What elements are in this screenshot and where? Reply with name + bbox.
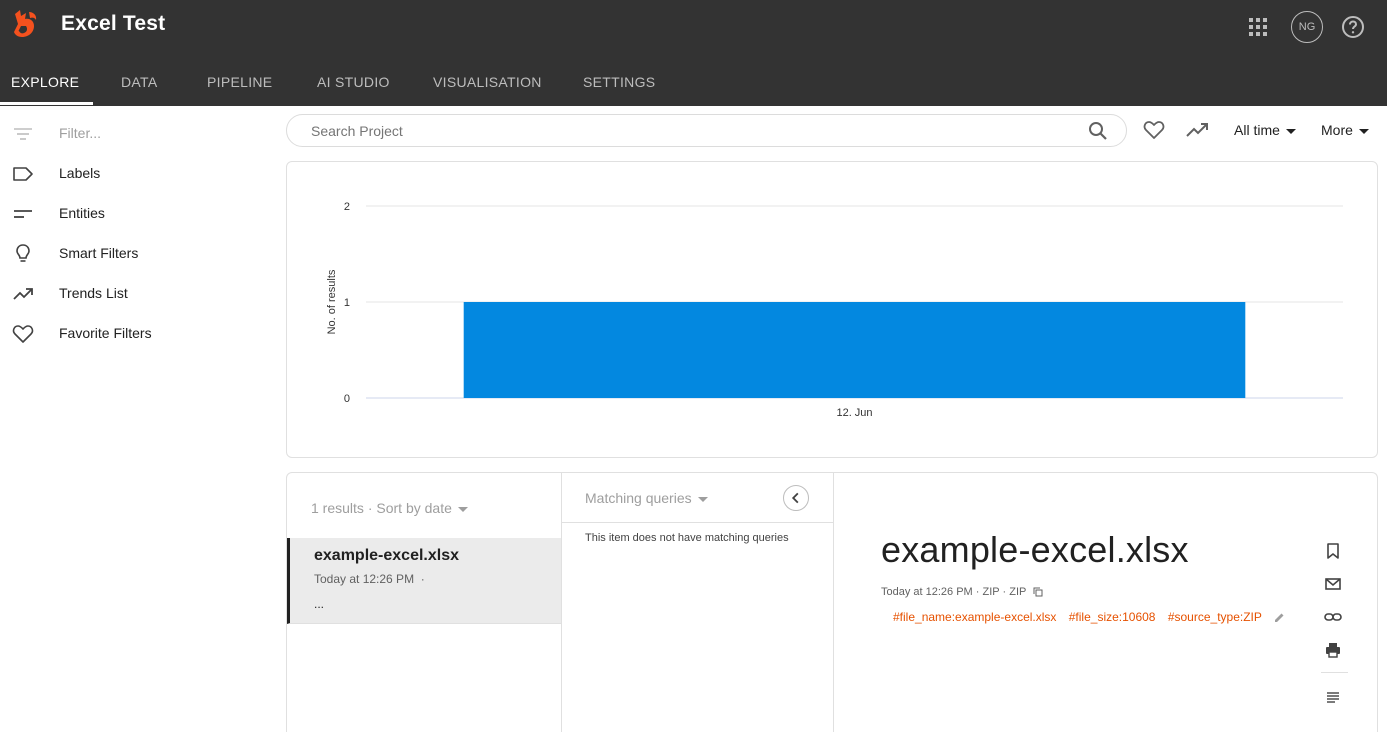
chart-bar (463, 302, 1246, 398)
sidebar-item-labels[interactable]: Labels (0, 154, 270, 194)
time-range-label: All time (1234, 122, 1280, 138)
document-meta: Today at 12:26 PM · ZIP · ZIP (881, 586, 1043, 598)
sidebar-item-label: Trends List (59, 285, 128, 301)
print-icon[interactable] (1324, 641, 1342, 659)
tag-chip[interactable]: #file_size:10608 (1069, 610, 1156, 624)
chevron-left-icon[interactable] (783, 485, 809, 511)
results-count: 1 results (311, 500, 364, 516)
document-type: ZIP (982, 586, 1000, 598)
sidebar-item-label: Entities (59, 205, 105, 221)
search-icon[interactable] (1088, 121, 1108, 141)
entities-icon (14, 210, 32, 218)
tag-chip[interactable]: #source_type:ZIP (1168, 610, 1262, 624)
document-source-type: ZIP (1009, 586, 1027, 598)
chevron-down-icon (457, 506, 468, 512)
more-dropdown[interactable]: More (1321, 122, 1369, 138)
tab-data[interactable]: DATA (121, 60, 157, 106)
results-chart-card: 0 1 2 No. of results 12. Jun (286, 161, 1378, 458)
divider (562, 522, 833, 523)
tag-chip[interactable]: #file_name:example-excel.xlsx (893, 610, 1056, 624)
column-divider (833, 473, 834, 732)
filter-list-icon (14, 128, 32, 140)
chevron-down-icon (1358, 128, 1369, 134)
search-input[interactable] (311, 121, 1071, 141)
tab-visualisation[interactable]: VISUALISATION (433, 60, 542, 106)
sidebar-item-label: Favorite Filters (59, 325, 152, 341)
chevron-down-icon (1285, 128, 1296, 134)
document-title: example-excel.xlsx (881, 529, 1189, 570)
matching-queries-label: Matching queries (585, 490, 692, 506)
copy-icon[interactable] (1033, 587, 1043, 597)
favorite-heart-icon[interactable] (1143, 120, 1165, 140)
chevron-down-icon (697, 496, 708, 502)
results-histogram-chart: 0 1 2 No. of results 12. Jun (326, 201, 1343, 419)
text-view-icon[interactable] (1324, 688, 1342, 706)
sort-dropdown[interactable]: Sort by date (376, 500, 468, 516)
sidebar-item-trends-list[interactable]: Trends List (0, 274, 270, 314)
y-axis-label: No. of results (326, 269, 338, 334)
x-tick-label: 12. Jun (836, 407, 872, 419)
separator-dot: · (414, 572, 425, 586)
active-tab-indicator (0, 102, 93, 105)
result-list-item[interactable]: example-excel.xlsx Today at 12:26 PM · .… (287, 538, 561, 624)
help-icon[interactable] (1341, 15, 1365, 39)
link-icon[interactable] (1324, 608, 1342, 626)
project-search-bar (286, 114, 1127, 147)
matching-queries-dropdown[interactable]: Matching queries (585, 490, 708, 506)
results-header: 1 results · Sort by date (311, 500, 468, 516)
tab-settings[interactable]: SETTINGS (583, 60, 655, 106)
edit-pencil-icon[interactable] (1274, 612, 1285, 623)
tab-explore[interactable]: EXPLORE (11, 60, 79, 106)
sidebar-filter-input[interactable]: Filter... (0, 114, 270, 154)
app-header: Excel Test NG EXPLORE DATA PIPELINE AI S… (0, 0, 1387, 106)
y-tick-label: 0 (344, 393, 350, 405)
tab-pipeline[interactable]: PIPELINE (207, 60, 272, 106)
trend-icon[interactable] (1186, 121, 1210, 139)
bookmark-icon[interactable] (1324, 542, 1342, 560)
more-label: More (1321, 122, 1353, 138)
sidebar-item-smart-filters[interactable]: Smart Filters (0, 234, 270, 274)
time-range-dropdown[interactable]: All time (1234, 122, 1296, 138)
separator-dot: · (975, 586, 983, 598)
sidebar-item-label: Labels (59, 165, 101, 181)
sort-label: Sort by date (376, 500, 452, 516)
user-avatar[interactable]: NG (1291, 11, 1323, 43)
tab-ai-studio[interactable]: AI STUDIO (317, 60, 390, 106)
sidebar-item-label: Smart Filters (59, 245, 139, 261)
sidebar-item-entities[interactable]: Entities (0, 194, 270, 234)
y-tick-label: 1 (344, 297, 350, 309)
result-date: Today at 12:26 PM · (314, 572, 425, 586)
divider (1321, 672, 1348, 673)
matching-queries-empty: This item does not have matching queries (585, 532, 789, 544)
email-icon[interactable] (1324, 575, 1342, 593)
app-title: Excel Test (61, 12, 166, 35)
y-tick-label: 2 (344, 201, 350, 213)
column-divider (561, 473, 562, 732)
lightbulb-icon (16, 244, 30, 262)
sidebar-item-favorite-filters[interactable]: Favorite Filters (0, 314, 270, 354)
document-date: Today at 12:26 PM (881, 586, 973, 598)
label-icon (13, 167, 33, 181)
result-snippet: ... (314, 597, 325, 611)
heart-icon (12, 325, 34, 343)
trending-up-icon (13, 288, 33, 300)
filter-placeholder: Filter... (59, 125, 102, 141)
result-title: example-excel.xlsx (314, 547, 459, 564)
squirrel-logo-icon[interactable] (12, 10, 38, 38)
results-panel: 1 results · Sort by date example-excel.x… (286, 472, 1378, 732)
sidebar: Filter... Labels Entities Smart Filters … (0, 106, 270, 732)
document-tags: #file_name:example-excel.xlsx #file_size… (893, 610, 1285, 624)
apps-grid-icon[interactable] (1248, 17, 1268, 37)
